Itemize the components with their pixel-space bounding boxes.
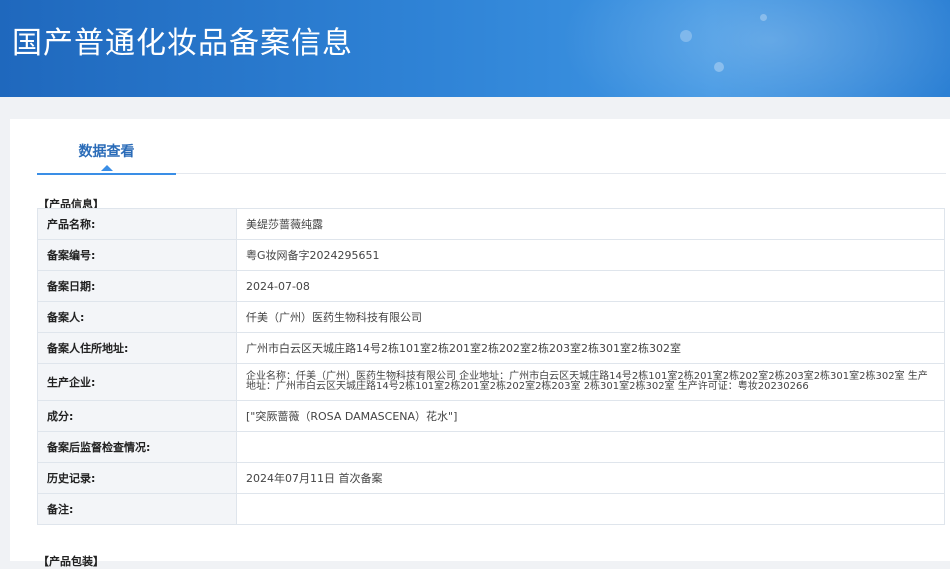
field-label: 备注: — [37, 493, 237, 525]
section-title-packaging: 【产品包装】 — [38, 555, 104, 568]
banner-glow — [560, 0, 950, 97]
page-title: 国产普通化妆品备案信息 — [12, 26, 353, 61]
table-row: 备注: — [37, 493, 945, 525]
content-panel: 数据查看 【产品信息】 产品名称: 美缇莎蔷薇纯露 备案编号: 粤G妆网备字20… — [10, 119, 950, 568]
field-value: 2024年07月11日 首次备案 — [236, 462, 945, 494]
banner-dot — [760, 14, 767, 21]
field-value: ["突厥蔷薇（ROSA DAMASCENA）花水"] — [236, 400, 945, 432]
field-label: 产品名称: — [37, 208, 237, 240]
field-label: 生产企业: — [37, 363, 237, 401]
banner-dot — [714, 62, 724, 72]
table-row: 生产企业: 企业名称：仟美（广州）医药生物科技有限公司 企业地址：广州市白云区天… — [37, 363, 945, 401]
table-row: 备案日期: 2024-07-08 — [37, 270, 945, 302]
field-value: 美缇莎蔷薇纯露 — [236, 208, 945, 240]
tab-data-view[interactable]: 数据查看 — [37, 119, 176, 175]
field-label: 备案日期: — [37, 270, 237, 302]
product-info-table: 产品名称: 美缇莎蔷薇纯露 备案编号: 粤G妆网备字2024295651 备案日… — [37, 208, 945, 525]
field-label: 备案编号: — [37, 239, 237, 271]
tab-active-caret — [101, 165, 113, 171]
table-row: 成分: ["突厥蔷薇（ROSA DAMASCENA）花水"] — [37, 400, 945, 432]
field-label: 备案后监督检查情况: — [37, 431, 237, 463]
table-row: 备案后监督检查情况: — [37, 431, 945, 463]
field-value: 仟美（广州）医药生物科技有限公司 — [236, 301, 945, 333]
header-banner: 国产普通化妆品备案信息 — [0, 0, 950, 97]
tab-divider — [176, 173, 946, 174]
field-value: 粤G妆网备字2024295651 — [236, 239, 945, 271]
table-row: 产品名称: 美缇莎蔷薇纯露 — [37, 208, 945, 240]
field-label: 历史记录: — [37, 462, 237, 494]
field-value — [236, 493, 945, 525]
table-row: 历史记录: 2024年07月11日 首次备案 — [37, 462, 945, 494]
field-value: 企业名称：仟美（广州）医药生物科技有限公司 企业地址：广州市白云区天城庄路14号… — [236, 363, 945, 401]
table-row: 备案人住所地址: 广州市白云区天城庄路14号2栋101室2栋201室2栋202室… — [37, 332, 945, 364]
field-label: 备案人住所地址: — [37, 332, 237, 364]
field-value: 2024-07-08 — [236, 270, 945, 302]
table-row: 备案人: 仟美（广州）医药生物科技有限公司 — [37, 301, 945, 333]
tab-label: 数据查看 — [78, 144, 135, 160]
table-row: 备案编号: 粤G妆网备字2024295651 — [37, 239, 945, 271]
field-value: 广州市白云区天城庄路14号2栋101室2栋201室2栋202室2栋203室2栋3… — [236, 332, 945, 364]
field-label: 备案人: — [37, 301, 237, 333]
field-label: 成分: — [37, 400, 237, 432]
banner-dot — [680, 30, 692, 42]
field-value — [236, 431, 945, 463]
